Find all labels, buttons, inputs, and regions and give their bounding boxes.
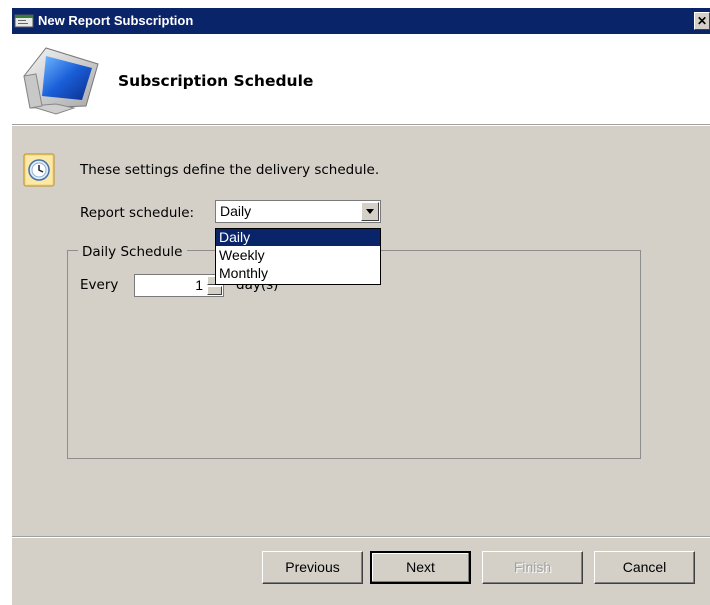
subscription-icon xyxy=(14,14,34,28)
every-label: Every xyxy=(80,277,119,293)
previous-button[interactable]: Previous xyxy=(262,551,363,584)
daily-schedule-legend: Daily Schedule xyxy=(78,244,187,260)
close-button[interactable]: ✕ xyxy=(694,12,710,30)
page-title: Subscription Schedule xyxy=(118,72,314,90)
clock-icon xyxy=(23,153,55,187)
title-bar[interactable]: New Report Subscription ✕ xyxy=(12,8,710,34)
footer-separator xyxy=(12,536,710,538)
finish-button: Finish xyxy=(482,551,583,584)
every-days-stepper[interactable]: 1 xyxy=(134,274,224,297)
dialog-window: New Report Subscription ✕ Subscription S… xyxy=(12,8,710,605)
monitor-icon xyxy=(23,47,99,115)
every-days-value[interactable]: 1 xyxy=(195,277,203,293)
report-schedule-value: Daily xyxy=(220,203,252,219)
report-schedule-label: Report schedule: xyxy=(80,205,195,221)
wizard-header: Subscription Schedule xyxy=(12,34,710,124)
dropdown-option-monthly[interactable]: Monthly xyxy=(216,265,380,282)
header-separator xyxy=(12,124,710,126)
window-title: New Report Subscription xyxy=(38,13,194,28)
dropdown-option-daily[interactable]: Daily xyxy=(216,229,380,246)
info-text: These settings define the delivery sched… xyxy=(80,162,380,178)
report-schedule-dropdown-list[interactable]: Daily Weekly Monthly xyxy=(215,228,381,285)
next-button[interactable]: Next xyxy=(370,551,471,584)
cancel-button[interactable]: Cancel xyxy=(594,551,695,584)
spin-down-icon[interactable] xyxy=(207,286,222,295)
dropdown-option-weekly[interactable]: Weekly xyxy=(216,247,380,264)
report-schedule-select[interactable]: Daily xyxy=(215,200,381,223)
chevron-down-icon[interactable] xyxy=(361,202,379,221)
